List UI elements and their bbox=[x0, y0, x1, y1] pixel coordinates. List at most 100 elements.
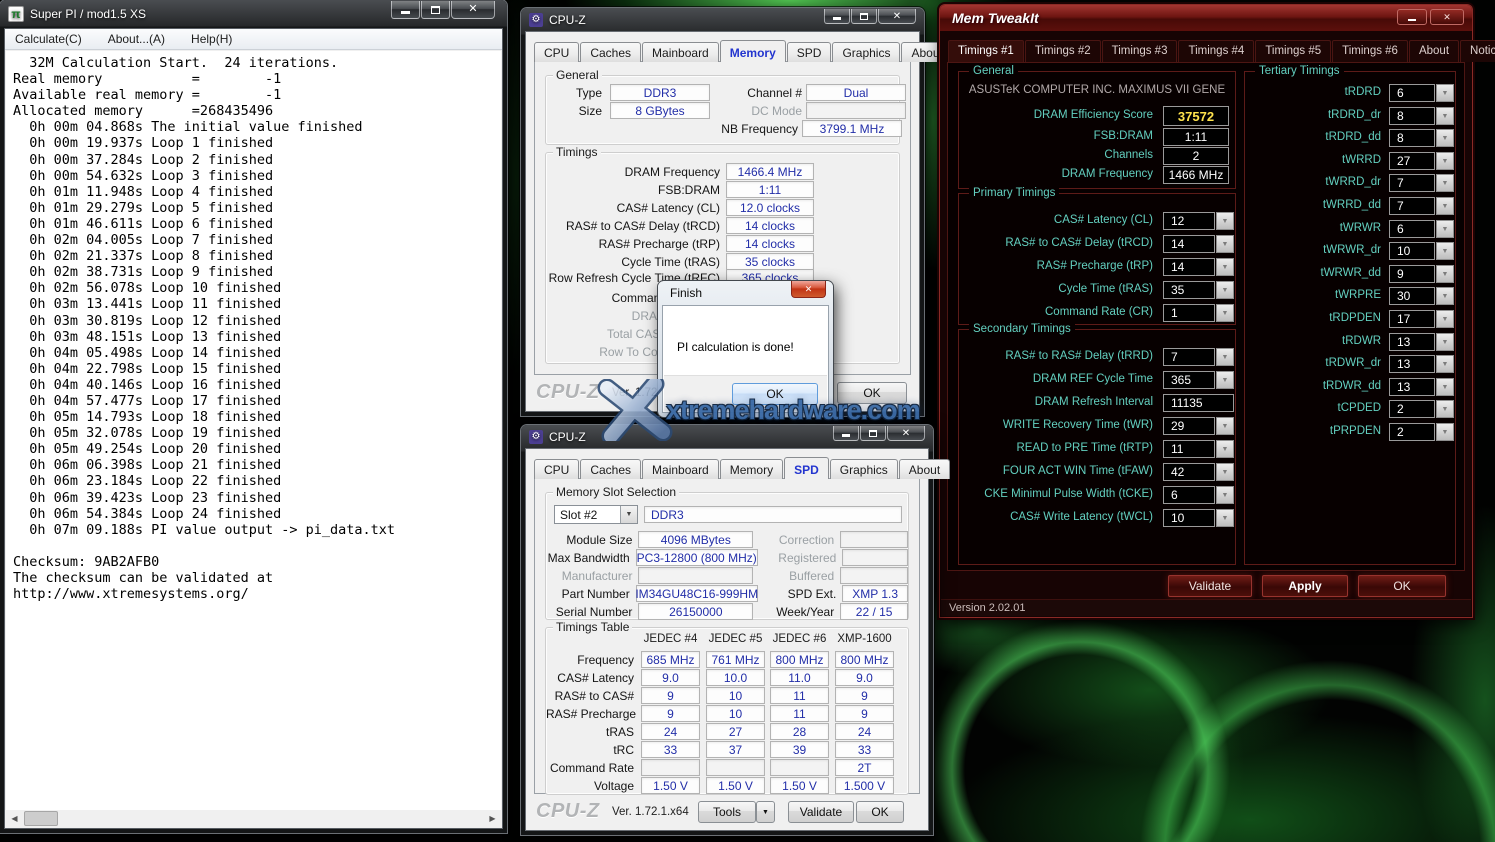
menu-help[interactable]: Help(H) bbox=[191, 32, 232, 46]
maximize-button[interactable] bbox=[851, 9, 877, 24]
spinner-button[interactable]: ▼ bbox=[1216, 486, 1234, 504]
close-button[interactable]: ✕ bbox=[1430, 9, 1464, 25]
memtweakit-titlebar[interactable]: Mem TweakIt bbox=[940, 5, 1472, 31]
menu-about[interactable]: About...(A) bbox=[108, 32, 165, 46]
spinner-button[interactable]: ▼ bbox=[1436, 310, 1454, 328]
scrollbar-thumb[interactable] bbox=[24, 811, 58, 826]
mt-value[interactable]: 11 bbox=[1163, 440, 1215, 458]
minimize-button[interactable] bbox=[833, 426, 859, 441]
mt-value[interactable]: 9 bbox=[1389, 265, 1435, 283]
mt-value[interactable]: 6 bbox=[1163, 486, 1215, 504]
mt-value[interactable]: 8 bbox=[1389, 107, 1435, 125]
spinner-button[interactable]: ▼ bbox=[1436, 400, 1454, 418]
spinner-button[interactable]: ▼ bbox=[1216, 348, 1234, 366]
maximize-button[interactable] bbox=[421, 1, 450, 19]
mt-value[interactable]: 14 bbox=[1163, 258, 1215, 276]
spinner-button[interactable]: ▼ bbox=[1216, 417, 1234, 435]
mt-value[interactable]: 27 bbox=[1389, 152, 1435, 170]
tab-notice[interactable]: Notice bbox=[1460, 40, 1495, 62]
tab-memory[interactable]: Memory bbox=[720, 40, 786, 62]
mt-value[interactable]: 2 bbox=[1389, 400, 1435, 418]
spinner-button[interactable]: ▼ bbox=[1436, 220, 1454, 238]
minimize-button[interactable] bbox=[1397, 9, 1427, 25]
tab-cpu[interactable]: CPU bbox=[534, 459, 579, 479]
spinner-button[interactable]: ▼ bbox=[1216, 440, 1234, 458]
close-button[interactable]: ✕ bbox=[791, 281, 826, 298]
tab-mainboard[interactable]: Mainboard bbox=[642, 42, 719, 62]
close-button[interactable]: ✕ bbox=[887, 426, 925, 441]
spinner-button[interactable]: ▼ bbox=[1436, 197, 1454, 215]
tools-button[interactable]: Tools bbox=[698, 801, 756, 823]
ok-button[interactable]: OK bbox=[856, 801, 904, 823]
spinner-button[interactable]: ▼ bbox=[1436, 287, 1454, 305]
maximize-button[interactable] bbox=[860, 426, 886, 441]
memory-slot-select[interactable]: Slot #2 ▼ bbox=[554, 505, 638, 524]
mt-value[interactable]: 365 bbox=[1163, 371, 1215, 389]
tab-caches[interactable]: Caches bbox=[580, 459, 641, 479]
spinner-button[interactable]: ▼ bbox=[1436, 423, 1454, 441]
spinner-button[interactable]: ▼ bbox=[1436, 378, 1454, 396]
tab-memory[interactable]: Memory bbox=[720, 459, 783, 479]
mt-value[interactable]: 7 bbox=[1389, 197, 1435, 215]
tab-cpu[interactable]: CPU bbox=[534, 42, 579, 62]
mt-value[interactable]: 1 bbox=[1163, 304, 1215, 322]
tab-caches[interactable]: Caches bbox=[580, 42, 641, 62]
tab-timings-5[interactable]: Timings #5 bbox=[1255, 40, 1331, 62]
tab-about[interactable]: About bbox=[1409, 40, 1459, 62]
spinner-button[interactable]: ▼ bbox=[1216, 258, 1234, 276]
minimize-button[interactable] bbox=[824, 9, 850, 24]
close-button[interactable]: ✕ bbox=[451, 1, 495, 19]
spinner-button[interactable]: ▼ bbox=[1216, 463, 1234, 481]
tab-graphics[interactable]: Graphics bbox=[832, 42, 900, 62]
mt-value[interactable]: 7 bbox=[1389, 174, 1435, 192]
tab-timings-2[interactable]: Timings #2 bbox=[1025, 40, 1101, 62]
mt-value[interactable]: 2 bbox=[1389, 423, 1435, 441]
mt-value[interactable]: 13 bbox=[1389, 333, 1435, 351]
spinner-button[interactable]: ▼ bbox=[1436, 242, 1454, 260]
mt-value[interactable]: 10 bbox=[1163, 509, 1215, 527]
mt-value[interactable]: 30 bbox=[1389, 287, 1435, 305]
horizontal-scrollbar[interactable]: ◀ ▶ bbox=[6, 810, 501, 827]
mt-value[interactable]: 6 bbox=[1389, 220, 1435, 238]
tab-timings-1[interactable]: Timings #1 bbox=[948, 40, 1024, 62]
slot-dropdown-button[interactable]: ▼ bbox=[620, 506, 637, 523]
close-button[interactable]: ✕ bbox=[878, 9, 916, 24]
validate-button[interactable]: Validate bbox=[1168, 575, 1252, 597]
spinner-button[interactable]: ▼ bbox=[1436, 107, 1454, 125]
mt-value[interactable]: 13 bbox=[1389, 378, 1435, 396]
mt-value[interactable]: 14 bbox=[1163, 235, 1215, 253]
spinner-button[interactable]: ▼ bbox=[1216, 509, 1234, 527]
tab-about[interactable]: About bbox=[899, 459, 950, 479]
spinner-button[interactable]: ▼ bbox=[1436, 174, 1454, 192]
mt-value[interactable]: 7 bbox=[1163, 348, 1215, 366]
spinner-button[interactable]: ▼ bbox=[1436, 84, 1454, 102]
spinner-button[interactable]: ▼ bbox=[1436, 152, 1454, 170]
spinner-button[interactable]: ▼ bbox=[1436, 333, 1454, 351]
spinner-button[interactable]: ▼ bbox=[1216, 212, 1234, 230]
ok-button[interactable]: OK bbox=[1358, 575, 1446, 597]
mt-value[interactable]: 10 bbox=[1389, 242, 1435, 260]
mt-value[interactable]: 13 bbox=[1389, 355, 1435, 373]
tab-spd[interactable]: SPD bbox=[784, 457, 829, 479]
scroll-left-arrow[interactable]: ◀ bbox=[6, 810, 23, 827]
validate-button[interactable]: Validate bbox=[788, 801, 854, 823]
ok-button[interactable]: OK bbox=[732, 383, 818, 405]
spinner-button[interactable]: ▼ bbox=[1216, 304, 1234, 322]
mt-value[interactable]: 12 bbox=[1163, 212, 1215, 230]
tools-dropdown-button[interactable]: ▼ bbox=[756, 801, 775, 823]
mt-value[interactable]: 8 bbox=[1389, 129, 1435, 147]
spinner-button[interactable]: ▼ bbox=[1436, 129, 1454, 147]
spinner-button[interactable]: ▼ bbox=[1216, 235, 1234, 253]
scroll-right-arrow[interactable]: ▶ bbox=[484, 810, 501, 827]
menu-calculate[interactable]: Calculate(C) bbox=[15, 32, 82, 46]
spinner-button[interactable]: ▼ bbox=[1436, 355, 1454, 373]
mt-value[interactable]: 17 bbox=[1389, 310, 1435, 328]
apply-button[interactable]: Apply bbox=[1262, 575, 1348, 597]
mt-value[interactable]: 11135 bbox=[1163, 394, 1234, 412]
ok-button[interactable]: OK bbox=[837, 382, 907, 404]
mt-value[interactable]: 29 bbox=[1163, 417, 1215, 435]
spinner-button[interactable]: ▼ bbox=[1436, 265, 1454, 283]
tab-timings-4[interactable]: Timings #4 bbox=[1178, 40, 1254, 62]
tab-timings-6[interactable]: Timings #6 bbox=[1332, 40, 1408, 62]
tab-mainboard[interactable]: Mainboard bbox=[642, 459, 719, 479]
